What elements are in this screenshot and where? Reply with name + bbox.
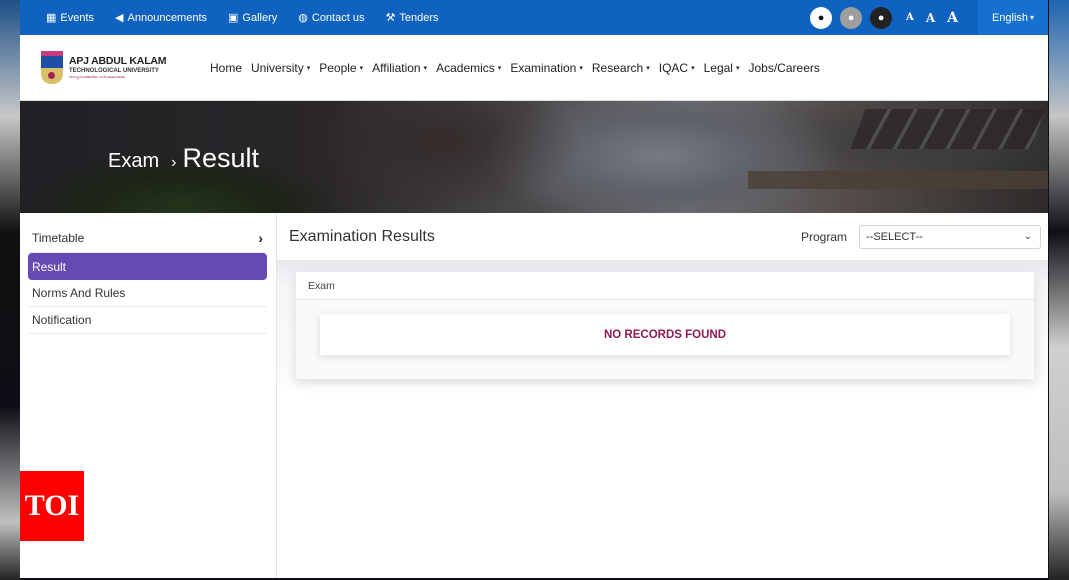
nav-item-academics[interactable]: Academics ▾ bbox=[436, 61, 501, 75]
topbar-link-label: Gallery bbox=[242, 11, 278, 24]
caret-down-icon: ▾ bbox=[735, 64, 740, 72]
topbar-link-label: Tenders bbox=[399, 11, 439, 24]
results-panel: Exam NO RECORDS FOUND bbox=[277, 260, 1048, 385]
nav-label: Academics bbox=[436, 60, 495, 75]
logo-title: APJ ABDUL KALAM bbox=[69, 55, 167, 67]
topbar-link-gallery[interactable]: ▣ Gallery bbox=[228, 11, 278, 25]
page-title: Examination Results bbox=[289, 227, 435, 245]
nav-item-examination[interactable]: Examination ▾ bbox=[510, 61, 583, 75]
topbar-link-label: Events bbox=[60, 11, 95, 24]
results-table-card: Exam NO RECORDS FOUND bbox=[296, 272, 1034, 379]
font-size-small-button[interactable]: A bbox=[906, 12, 914, 23]
content-area: Timetable › Result Norms And Rules Notif… bbox=[20, 213, 1048, 578]
nav-item-affiliation[interactable]: Affiliation ▾ bbox=[372, 61, 427, 75]
nav-item-research[interactable]: Research ▾ bbox=[592, 61, 650, 75]
caret-down-icon: ▾ bbox=[497, 64, 502, 72]
nav-label: Research bbox=[591, 60, 644, 75]
nav-item-people[interactable]: People ▾ bbox=[319, 61, 363, 75]
university-logo[interactable]: APJ ABDUL KALAM TECHNOLOGICAL UNIVERSITY… bbox=[41, 50, 191, 85]
caret-down-icon: ▾ bbox=[359, 64, 364, 72]
browser-page: ▦ Events ◀ Announcements ▣ Gallery ◍ Con… bbox=[20, 0, 1049, 579]
nav-menu: Home University ▾ People ▾ Affiliation ▾ Ac… bbox=[210, 61, 829, 75]
logo-tagline: ശാസ്ത്രസാങ്കേതിക സർവകലാശാല bbox=[69, 74, 125, 79]
image-icon: ▣ bbox=[228, 12, 239, 24]
main-navbar: APJ ABDUL KALAM TECHNOLOGICAL UNIVERSITY… bbox=[20, 35, 1048, 101]
contrast-dark-button[interactable]: ● bbox=[870, 6, 893, 29]
program-filter: Program --SELECT-- ⌄ bbox=[800, 224, 1041, 249]
language-label: English bbox=[991, 11, 1029, 24]
topbar-link-label: Announcements bbox=[127, 11, 208, 24]
nav-item-university[interactable]: University ▾ bbox=[251, 61, 310, 75]
sidebar-item-norms-and-rules[interactable]: Norms And Rules bbox=[28, 280, 267, 307]
contrast-grey-button[interactable]: ● bbox=[840, 6, 863, 29]
topbar-link-label: Contact us bbox=[311, 11, 365, 24]
background-edge-left bbox=[0, 0, 20, 580]
caret-down-icon: ▾ bbox=[423, 64, 428, 72]
nav-label: University bbox=[251, 60, 304, 75]
font-size-large-button[interactable]: A bbox=[947, 10, 958, 26]
nav-label: Home bbox=[210, 60, 243, 75]
nav-item-iqac[interactable]: IQAC ▾ bbox=[659, 61, 695, 75]
nav-label: Jobs/Careers bbox=[748, 60, 820, 75]
drop-icon: ● bbox=[847, 11, 855, 24]
nav-item-jobs-careers[interactable]: Jobs/Careers bbox=[749, 61, 820, 75]
globe-icon: ◍ bbox=[298, 12, 308, 24]
caret-down-icon: ▾ bbox=[306, 64, 311, 72]
topbar-link-contact-us[interactable]: ◍ Contact us bbox=[298, 11, 365, 25]
topbar-link-events[interactable]: ▦ Events bbox=[46, 11, 95, 25]
empty-state-message: NO RECORDS FOUND bbox=[320, 314, 1010, 355]
program-select-value: --SELECT-- bbox=[866, 230, 923, 243]
font-size-medium-button[interactable]: A bbox=[926, 11, 935, 25]
caret-down-icon: ▾ bbox=[1030, 13, 1035, 22]
nav-label: Examination bbox=[510, 60, 577, 75]
sidebar-item-label: Norms And Rules bbox=[32, 286, 126, 300]
sidebar-item-notification[interactable]: Notification bbox=[28, 307, 267, 334]
language-dropdown[interactable]: English ▾ bbox=[978, 0, 1048, 35]
sidebar-item-label: Timetable bbox=[32, 230, 85, 245]
topbar-link-announcements[interactable]: ◀ Announcements bbox=[115, 11, 208, 25]
nav-label: Legal bbox=[703, 60, 733, 75]
gavel-icon: ⚒ bbox=[385, 12, 396, 24]
toi-watermark-logo: TOI bbox=[20, 471, 84, 541]
top-utility-bar: ▦ Events ◀ Announcements ▣ Gallery ◍ Con… bbox=[20, 0, 1048, 35]
sidebar-item-label: Result bbox=[32, 259, 67, 274]
main-header: Examination Results Program --SELECT-- ⌄ bbox=[277, 213, 1048, 260]
caret-down-icon: ▾ bbox=[579, 64, 583, 72]
topbar-link-tenders[interactable]: ⚒ Tenders bbox=[385, 11, 439, 25]
caret-down-icon: ▾ bbox=[646, 64, 650, 72]
sidebar-item-label: Notification bbox=[32, 313, 92, 327]
nav-item-legal[interactable]: Legal ▾ bbox=[704, 61, 740, 75]
program-label: Program bbox=[800, 229, 847, 244]
nav-label: Affiliation bbox=[372, 60, 421, 75]
program-select[interactable]: --SELECT-- ⌄ bbox=[859, 224, 1041, 249]
logo-subtitle: TECHNOLOGICAL UNIVERSITY bbox=[69, 67, 159, 74]
nav-label: People bbox=[319, 60, 357, 75]
main-panel: Examination Results Program --SELECT-- ⌄… bbox=[277, 213, 1048, 578]
breadcrumb: Exam › Result bbox=[108, 143, 259, 174]
sidebar-item-result[interactable]: Result bbox=[28, 253, 267, 280]
sidebar-item-timetable[interactable]: Timetable › bbox=[28, 223, 267, 253]
chevron-right-icon: › bbox=[258, 229, 263, 246]
accessibility-controls: ● ● ● A A A English ▾ bbox=[810, 0, 1048, 35]
breadcrumb-current: Result bbox=[182, 143, 259, 173]
calendar-icon: ▦ bbox=[46, 12, 57, 24]
caret-down-icon: ▾ bbox=[691, 64, 695, 72]
nav-label: IQAC bbox=[658, 60, 689, 75]
nav-item-home[interactable]: Home bbox=[210, 61, 242, 75]
megaphone-icon: ◀ bbox=[115, 12, 124, 24]
background-edge-right bbox=[1049, 0, 1069, 580]
chevron-down-icon: ⌄ bbox=[1023, 231, 1032, 242]
contrast-default-button[interactable]: ● bbox=[810, 6, 833, 29]
emblem-icon bbox=[41, 50, 63, 85]
breadcrumb-separator-icon: › bbox=[171, 154, 177, 171]
hero-banner: Exam › Result bbox=[20, 101, 1048, 213]
breadcrumb-parent[interactable]: Exam bbox=[108, 150, 159, 173]
drop-icon: ● bbox=[817, 11, 825, 24]
table-header-exam: Exam bbox=[296, 272, 1034, 300]
drop-icon: ● bbox=[877, 11, 885, 24]
